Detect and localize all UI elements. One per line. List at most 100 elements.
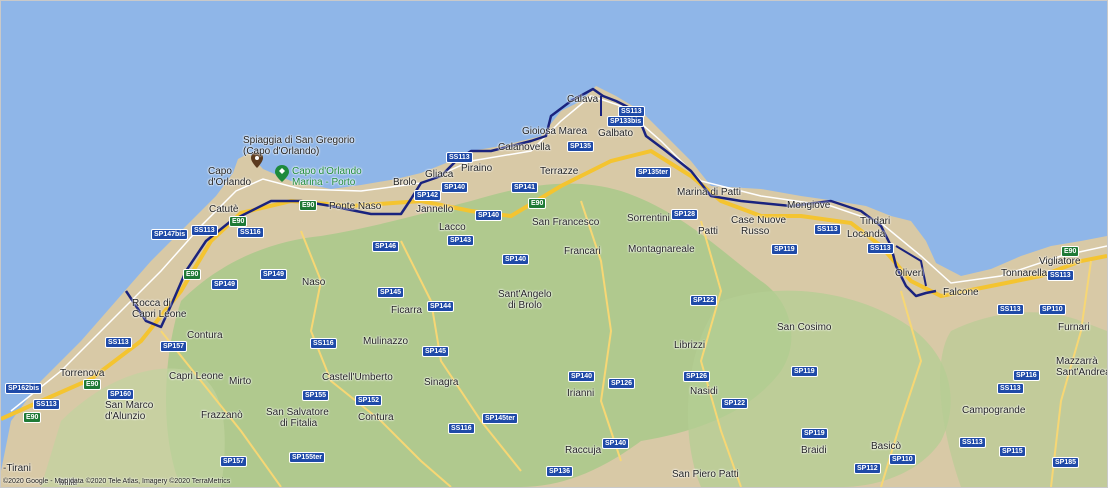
shield-sp135: SP135 <box>567 141 595 152</box>
shield-e90: E90 <box>1061 246 1080 257</box>
label-calava: Calava <box>567 94 599 105</box>
shield-sp133bis: SP133bis <box>607 116 645 127</box>
label-rocca-capri-leone: Rocca di Capri Leone <box>132 298 187 320</box>
shield-sp145: SP145 <box>422 346 450 357</box>
label-ficarra: Ficarra <box>391 305 423 316</box>
shield-sp136: SP136 <box>546 466 574 477</box>
label-terrazze: Terrazze <box>540 166 579 177</box>
label-patti: Patti <box>698 226 719 237</box>
label-nasidi: Nasidi <box>690 386 718 397</box>
label-montagnareale: Montagnareale <box>628 244 695 255</box>
label-contura-1: Contura <box>187 330 223 341</box>
label-mulinazzo: Mulinazzo <box>363 336 409 347</box>
shield-sp140: SP140 <box>568 371 596 382</box>
shield-ss113: SS113 <box>191 225 218 236</box>
shield-sp135ter: SP135ter <box>635 167 671 178</box>
label-san-francesco: San Francesco <box>532 217 600 228</box>
label-galbato: Galbato <box>598 128 634 139</box>
label-sant-angelo: Sant'Angelo di Brolo <box>498 289 552 311</box>
label-sorrentini: Sorrentini <box>627 213 670 224</box>
label-tindari: Tindari <box>860 216 891 227</box>
label-frazzano: Frazzanò <box>201 410 243 421</box>
shield-ss113: SS113 <box>959 437 986 448</box>
shield-sp149: SP149 <box>260 269 288 280</box>
label-locanda: Locanda <box>847 229 886 240</box>
label-sinagra: Sinagra <box>424 377 459 388</box>
shield-e90: E90 <box>83 379 102 390</box>
label-ponte-naso: Ponte Naso <box>329 201 382 212</box>
shield-e90: E90 <box>229 216 248 227</box>
shield-sp152: SP152 <box>355 395 383 406</box>
label-mazzarra: Mazzarrà Sant'Andrea <box>1056 356 1108 378</box>
label-spiaggia: Spiaggia di San Gregorio (Capo d'Orlando) <box>243 135 355 157</box>
label-furnari: Furnari <box>1058 322 1090 333</box>
shield-sp149: SP149 <box>211 279 239 290</box>
shield-ss113: SS113 <box>814 224 841 235</box>
label-mongiove: Mongiove <box>787 200 831 211</box>
label-naso: Naso <box>302 277 326 288</box>
shield-e90: E90 <box>528 198 547 209</box>
label-jannello: Jannello <box>416 204 454 215</box>
shield-ss113: SS113 <box>997 304 1024 315</box>
map-canvas[interactable] <box>1 1 1107 487</box>
label-francari: Francari <box>564 246 601 257</box>
label-campogrande: Campogrande <box>962 405 1026 416</box>
label-capri-leone: Capri Leone <box>169 371 224 382</box>
label-basico: Basicò <box>871 441 902 452</box>
shield-sp116: SP116 <box>1013 370 1040 381</box>
shield-sp126: SP126 <box>683 371 711 382</box>
shield-sp143: SP143 <box>447 235 475 246</box>
label-raccuja: Raccuja <box>565 445 602 456</box>
label-calanovella: Calanovella <box>498 142 551 153</box>
label-gliaca: Gliaca <box>425 169 454 180</box>
label-braidi: Braidi <box>801 445 827 456</box>
label-brolo: Brolo <box>393 177 417 188</box>
label-gioiosa-marea: Gioiosa Marea <box>522 126 588 137</box>
label-san-cosimo: San Cosimo <box>777 322 832 333</box>
shield-ss113: SS113 <box>1047 270 1074 281</box>
label-catute: Catutè <box>209 204 239 215</box>
label-castell-umberto: Castell'Umberto <box>322 372 393 383</box>
shield-sp146: SP146 <box>372 241 400 252</box>
label-librizzi: Librizzi <box>674 340 706 351</box>
shield-ss116: SS116 <box>448 423 475 434</box>
label-case-nuove-russo: Case Nuove Russo <box>731 215 787 237</box>
shield-e90: E90 <box>23 412 42 423</box>
shield-sp155ter: SP155ter <box>289 452 325 463</box>
label-san-piero-patti: San Piero Patti <box>672 469 739 480</box>
shield-sp185: SP185 <box>1052 457 1080 468</box>
label-vigliatore: Vigliatore <box>1039 256 1081 267</box>
shield-sp140: SP140 <box>502 254 530 265</box>
map-attribution: ©2020 Google - Map data ©2020 Tele Atlas… <box>3 478 231 485</box>
shield-ss113: SS113 <box>33 399 60 410</box>
shield-sp119: SP119 <box>801 428 828 439</box>
shield-sp126: SP126 <box>608 378 636 389</box>
shield-sp115: SP115 <box>999 446 1026 457</box>
label-falcone: Falcone <box>943 287 979 298</box>
shield-sp145ter: SP145ter <box>482 413 518 424</box>
shield-sp119: SP119 <box>771 244 798 255</box>
label-oliveri: Oliveri <box>895 268 924 279</box>
shield-e90: E90 <box>299 200 318 211</box>
label-san-marco: San Marco d'Alunzio <box>105 400 154 422</box>
label-marina-porto: Capo d'Orlando Marina - Porto <box>292 166 362 188</box>
shield-ss113: SS113 <box>867 243 894 254</box>
shield-sp140: SP140 <box>602 438 630 449</box>
label-tonnarella: Tonnarella <box>1001 268 1048 279</box>
shield-e90: E90 <box>183 269 202 280</box>
shield-sp128: SP128 <box>671 209 699 220</box>
label-piraino: Piraino <box>461 163 493 174</box>
label-mirto: Mirto <box>229 376 252 387</box>
shield-sp145: SP145 <box>377 287 405 298</box>
map-frame[interactable]: Spiaggia di San Gregorio (Capo d'Orlando)… <box>0 0 1108 488</box>
shield-sp155: SP155 <box>302 390 330 401</box>
label-torrenova: Torrenova <box>60 368 105 379</box>
shield-ss113: SS113 <box>997 383 1024 394</box>
shield-sp112: SP112 <box>854 463 881 474</box>
shield-sp147bis: SP147bis <box>151 229 189 240</box>
shield-sp142: SP142 <box>414 190 442 201</box>
label-contura-2: Contura <box>358 412 394 423</box>
shield-sp144: SP144 <box>427 301 455 312</box>
shield-sp157: SP157 <box>220 456 248 467</box>
hills-far-east <box>940 312 1107 487</box>
